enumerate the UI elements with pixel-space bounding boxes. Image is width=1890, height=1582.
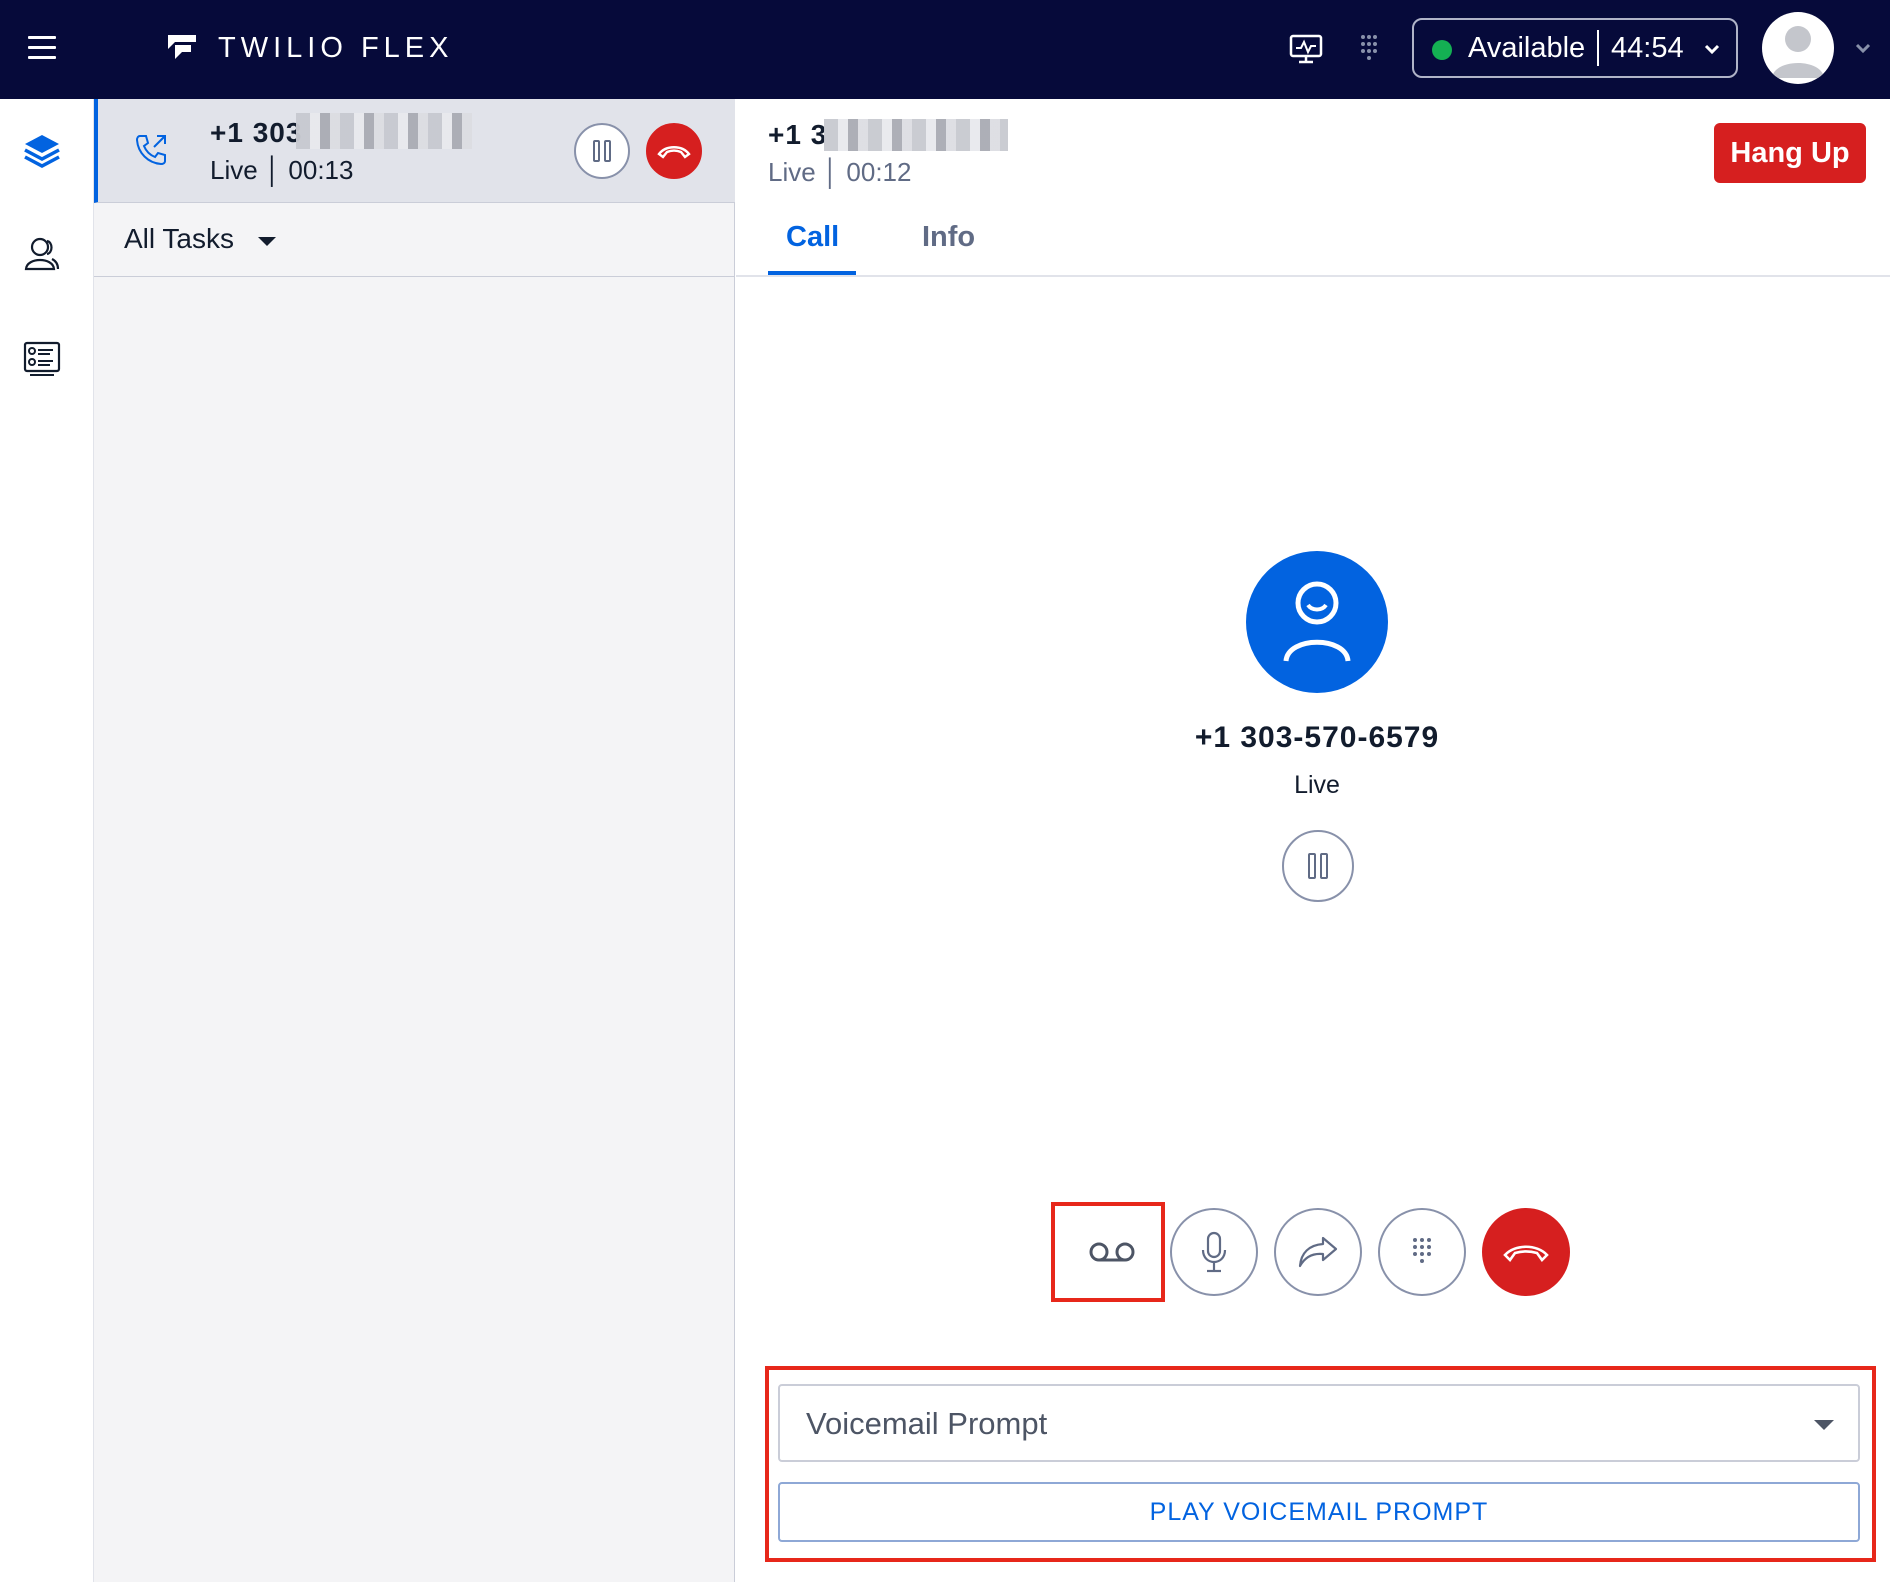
phone-hangup-icon	[1503, 1245, 1549, 1263]
contact-avatar	[1246, 551, 1388, 693]
end-call-button[interactable]	[646, 123, 702, 179]
user-icon	[1283, 581, 1351, 662]
top-bar: TWILIO FLEX Available 44:54	[0, 0, 1890, 99]
status-label: Available	[1468, 32, 1586, 64]
task-status: Live │ 00:13	[210, 155, 354, 185]
menu-icon[interactable]	[28, 36, 56, 60]
play-voicemail-prompt-button[interactable]: PLAY VOICEMAIL PROMPT	[778, 1482, 1860, 1542]
pause-icon	[593, 140, 611, 162]
side-nav	[0, 99, 94, 1582]
voicemail-prompt-select[interactable]: Voicemail Prompt	[778, 1384, 1860, 1462]
contact-status: Live	[1294, 771, 1340, 799]
tab-call[interactable]: Call	[786, 221, 839, 254]
task-card[interactable]: +1 303 Live │ 00:13	[94, 99, 735, 203]
microphone-icon	[1201, 1231, 1227, 1273]
chevron-down-icon	[1704, 44, 1720, 55]
redacted-number	[296, 113, 472, 149]
phone-hangup-icon	[657, 146, 691, 159]
hold-button[interactable]	[574, 123, 630, 179]
dialpad-icon	[1413, 1238, 1431, 1263]
brand-title: TWILIO FLEX	[218, 32, 454, 64]
outbound-call-icon	[135, 135, 166, 166]
pause-icon	[1308, 853, 1328, 879]
call-phone-number: +1 3	[768, 119, 828, 150]
flex-logo-icon	[168, 35, 196, 59]
status-divider	[1597, 30, 1599, 66]
tab-bar: Call Info	[736, 211, 1890, 277]
caret-down-icon[interactable]	[258, 237, 276, 246]
tab-info[interactable]: Info	[922, 221, 975, 254]
status-timer: 44:54	[1611, 32, 1684, 64]
call-status: Live │ 00:12	[768, 157, 912, 187]
monitor-icon[interactable]	[1287, 30, 1325, 68]
user-silhouette-icon	[1772, 26, 1824, 78]
active-tab-indicator	[768, 271, 856, 275]
dialpad-button[interactable]	[1378, 1208, 1466, 1296]
dialpad-icon[interactable]	[1350, 30, 1388, 68]
voicemail-icon	[1089, 1242, 1135, 1262]
voicemail-button[interactable]	[1058, 1209, 1158, 1295]
mute-button[interactable]	[1170, 1208, 1258, 1296]
chevron-down-icon[interactable]	[1852, 38, 1874, 58]
contact-phone-number: +1 303-570-6579	[1194, 721, 1440, 754]
forward-arrow-icon	[1298, 1236, 1338, 1268]
task-filter[interactable]: All Tasks	[94, 203, 735, 277]
caret-down-icon	[1814, 1420, 1834, 1430]
transfer-button[interactable]	[1274, 1208, 1362, 1296]
hang-up-button[interactable]: Hang Up	[1714, 123, 1866, 183]
task-canvas: +1 3 Live │ 00:12 Hang Up Call Info +1 3…	[736, 99, 1890, 1582]
voicemail-select-value: Voicemail Prompt	[806, 1406, 1048, 1441]
end-call-button[interactable]	[1482, 1208, 1570, 1296]
hold-button[interactable]	[1282, 830, 1354, 902]
activity-status-dropdown[interactable]: Available 44:54	[1412, 18, 1738, 78]
user-avatar[interactable]	[1762, 12, 1834, 84]
redacted-number	[824, 119, 1008, 151]
layers-icon[interactable]	[20, 129, 64, 173]
status-indicator-dot	[1432, 40, 1452, 60]
users-icon[interactable]	[20, 233, 64, 277]
task-phone-number: +1 303	[210, 117, 303, 148]
task-list-icon[interactable]	[20, 337, 64, 381]
task-list-panel: +1 303 Live │ 00:13 All Tasks	[94, 99, 735, 1582]
filter-label: All Tasks	[124, 223, 234, 254]
